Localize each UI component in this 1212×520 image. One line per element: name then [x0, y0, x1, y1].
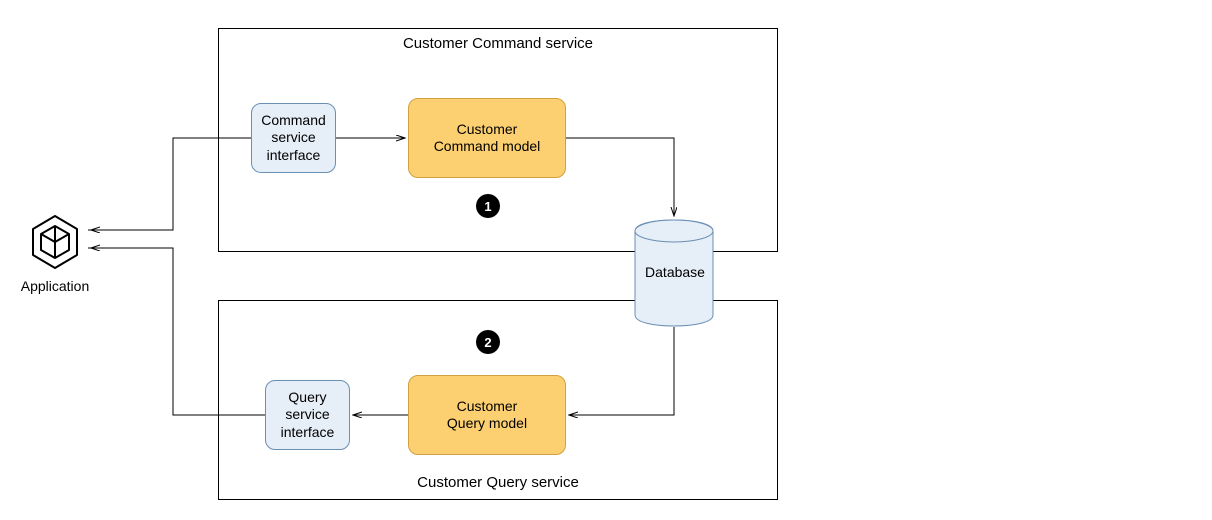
arrows: [0, 0, 1212, 520]
